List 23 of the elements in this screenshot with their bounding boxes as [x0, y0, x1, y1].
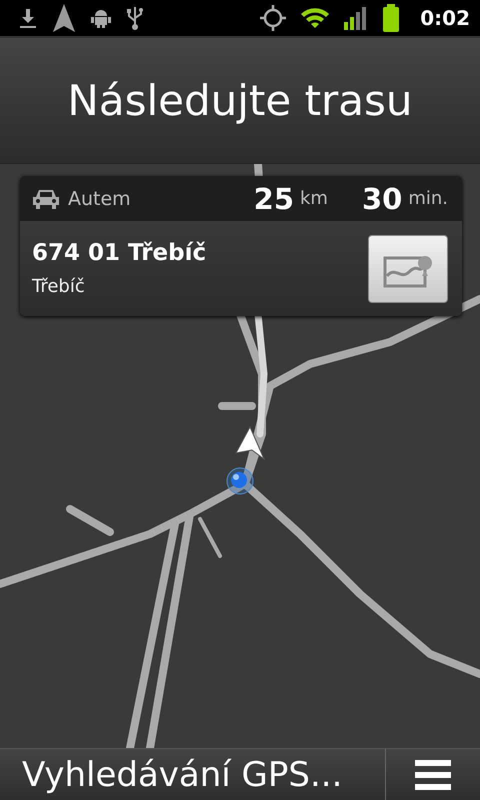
wifi-icon [300, 6, 330, 30]
menu-icon [415, 760, 451, 790]
battery-icon [382, 4, 400, 32]
destination-city: Třebíč [32, 276, 86, 297]
android-icon [90, 7, 112, 29]
duration-unit: min. [408, 188, 448, 209]
usb-icon [126, 5, 144, 31]
download-icon [18, 7, 38, 29]
direction-arrow-icon [235, 426, 265, 460]
travel-mode: Autem [68, 188, 132, 210]
distance: 25 [254, 182, 294, 216]
duration: 30 [362, 182, 402, 216]
clock: 0:02 [420, 6, 470, 30]
gps-icon [260, 5, 286, 31]
navigation-arrow-icon [52, 3, 76, 33]
map-button[interactable] [368, 234, 448, 302]
distance-unit: km [300, 188, 328, 209]
screen-title: Následujte trasu [67, 76, 413, 125]
destination-name: 674 01 Třebíč [32, 240, 208, 266]
car-icon [32, 188, 60, 210]
signal-icon [344, 6, 368, 30]
location-dot-icon [225, 466, 255, 496]
status-label: Vyhledávání GPS... [0, 749, 386, 800]
